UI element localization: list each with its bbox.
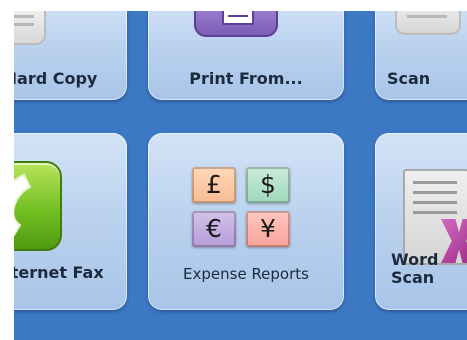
currency-icon: £ $ € ¥ [192, 167, 302, 277]
print-from-app-tile[interactable]: Print From... [148, 11, 344, 100]
fax-app-label: Internet Fax [14, 263, 104, 282]
scan-app-label: Scan [387, 69, 431, 88]
scan-icon [395, 11, 461, 35]
word-scan-app-tile[interactable]: Word Scan [375, 133, 467, 310]
copy-app-label: Hard Copy [14, 69, 98, 88]
app-grid: Hard Copy Print From... Scan Internet Fa… [14, 11, 467, 340]
expense-reports-app-tile[interactable]: £ $ € ¥ Expense Reports [148, 133, 344, 310]
word-scan-label-line2: Scan [391, 268, 435, 287]
word-scan-label-line1: Word [391, 250, 439, 269]
print-from-app-label: Print From... [189, 69, 303, 88]
print-icon [194, 11, 278, 37]
scan-app-tile[interactable]: Scan [375, 11, 467, 100]
copy-icon [14, 11, 46, 45]
copy-app-tile[interactable]: Hard Copy [14, 11, 127, 100]
pound-icon: £ [192, 167, 236, 203]
word-scan-app-label: Word Scan [391, 251, 467, 287]
expense-reports-app-label: Expense Reports [183, 265, 309, 283]
euro-icon: € [192, 211, 236, 247]
fax-phone-icon [14, 161, 62, 251]
yen-icon: ¥ [246, 211, 290, 247]
dollar-icon: $ [246, 167, 290, 203]
fax-app-tile[interactable]: Internet Fax [14, 133, 127, 310]
